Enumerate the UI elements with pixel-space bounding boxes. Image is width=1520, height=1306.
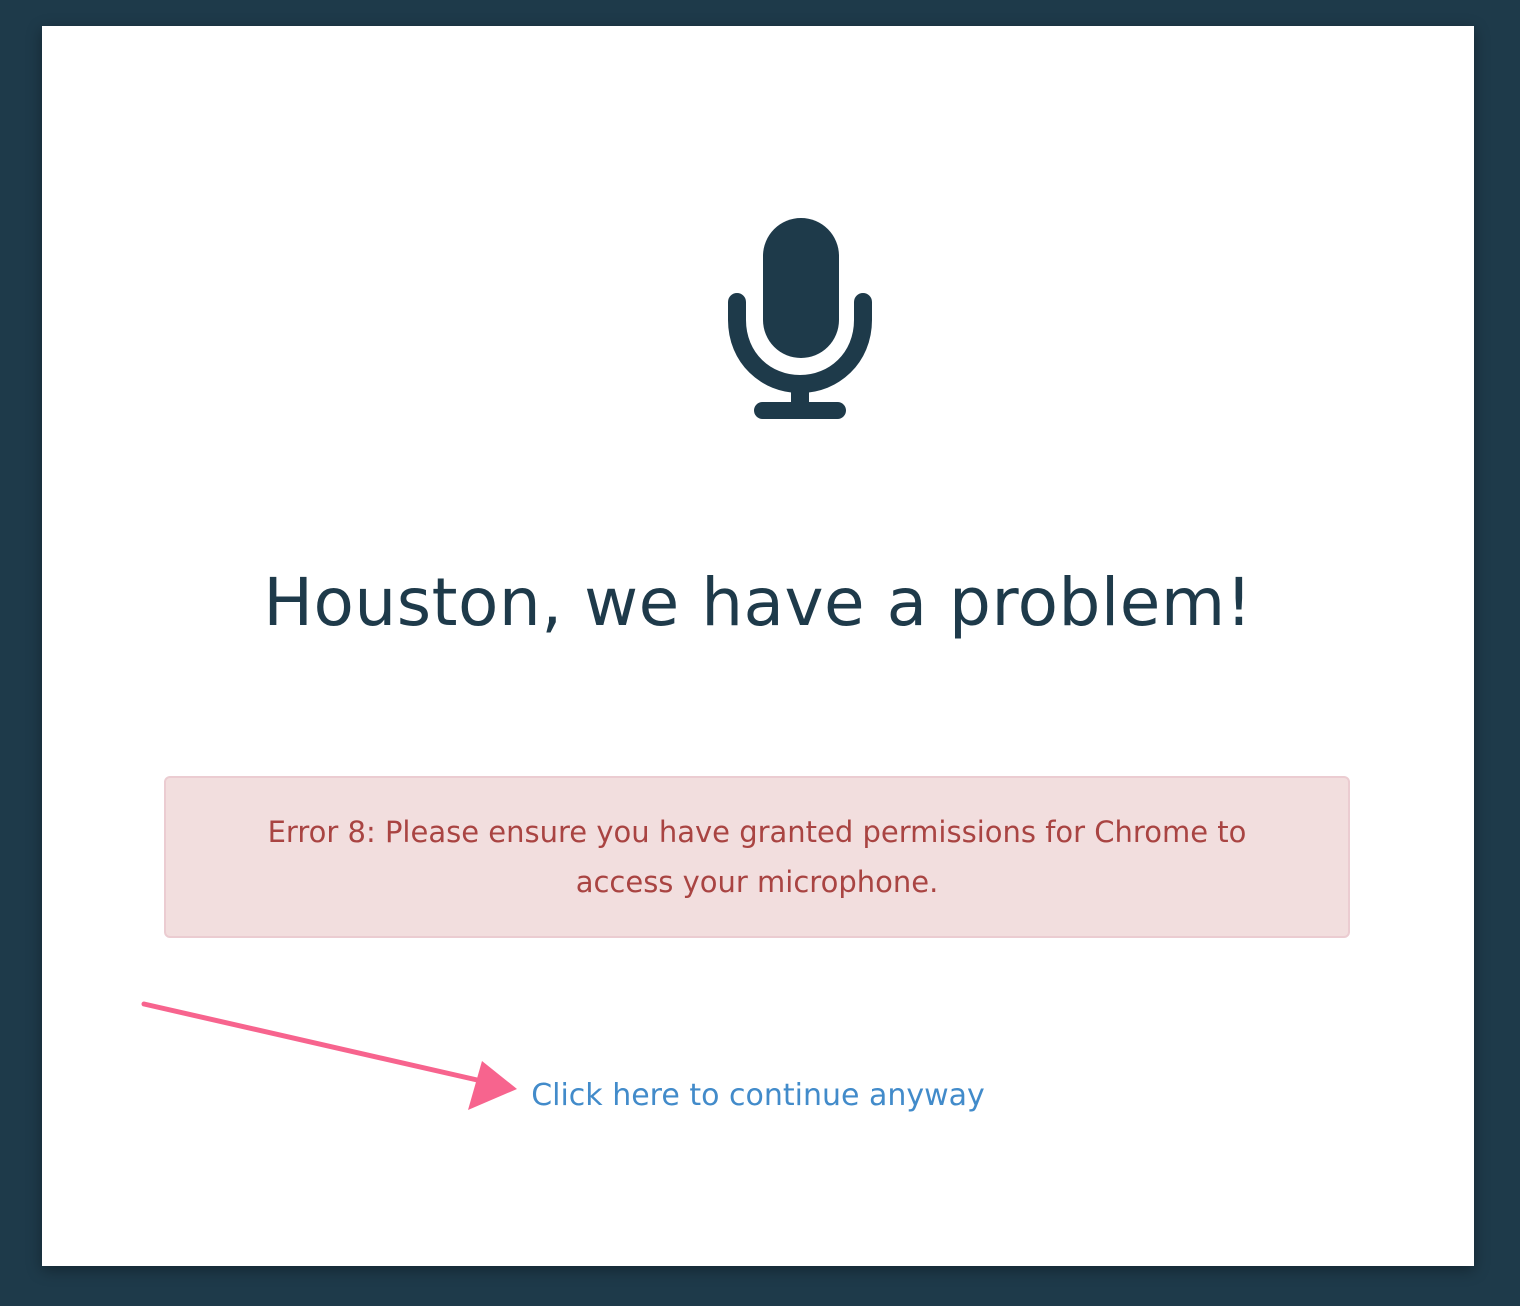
- page-title: Houston, we have a problem!: [263, 564, 1253, 641]
- error-card: Houston, we have a problem! Error 8: Ple…: [42, 26, 1474, 1266]
- continue-anyway-link[interactable]: Click here to continue anyway: [42, 1074, 1474, 1118]
- error-message: Error 8: Please ensure you have granted …: [267, 815, 1247, 899]
- microphone-icon: [728, 218, 872, 419]
- error-alert: Error 8: Please ensure you have granted …: [164, 776, 1350, 938]
